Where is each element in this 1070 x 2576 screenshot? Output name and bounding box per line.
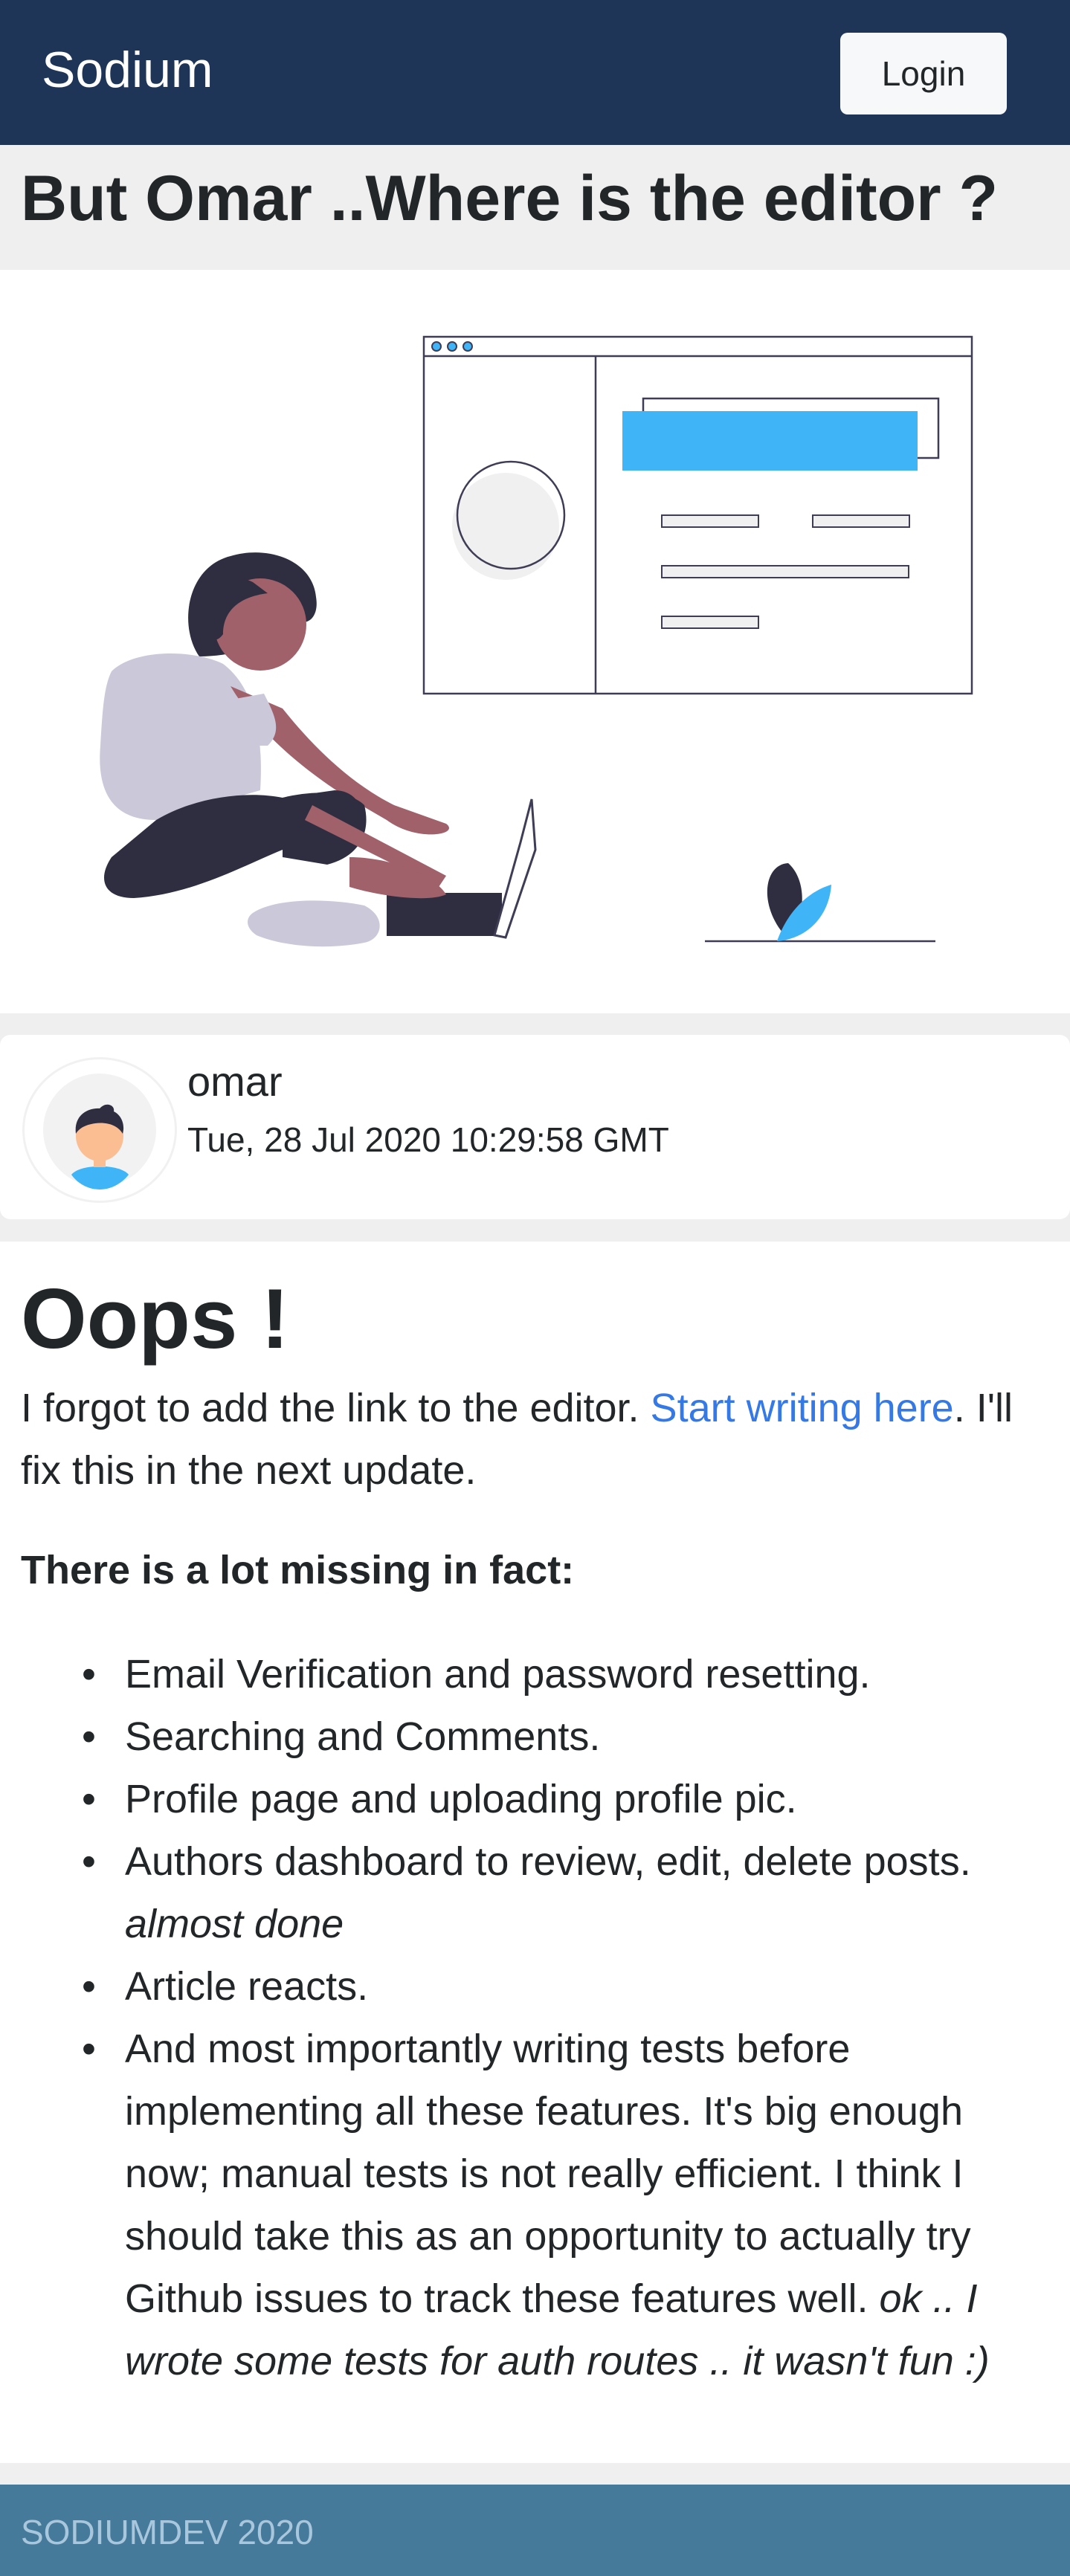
list-item: • Email Verification and password resetti…: [82, 1643, 1048, 1705]
top-navbar: Sodium Login: [0, 0, 1070, 145]
intro-text: I forgot to add the link to the editor.: [21, 1386, 651, 1430]
footer-copyright: SODIUMDEV 2020: [21, 2513, 314, 2551]
missing-features-list: • Email Verification and password resetti…: [82, 1643, 1048, 2392]
list-item-text: Email Verification and password resettin…: [125, 1652, 871, 1697]
person-with-laptop-illustration: [100, 335, 973, 947]
avatar-icon: [43, 1074, 156, 1189]
list-item-text: Profile page and uploading profile pic.: [125, 1777, 797, 1821]
bullet-icon: •: [82, 1839, 96, 1884]
browser-window-drawing: [422, 335, 973, 695]
article-intro: I forgot to add the link to the editor. …: [21, 1377, 1054, 1502]
bullet-icon: •: [82, 2027, 96, 2071]
bullet-icon: •: [82, 1964, 96, 2009]
article-heading: Oops !: [21, 1272, 289, 1366]
login-button[interactable]: Login: [840, 33, 1007, 114]
list-item: • Article reacts.: [82, 1955, 1048, 2018]
list-item: • Authors dashboard to review, edit, dele…: [82, 1830, 1048, 1955]
author-name[interactable]: omar: [187, 1056, 283, 1108]
avatar[interactable]: [22, 1057, 177, 1203]
list-item: • Profile page and uploading profile pic.: [82, 1768, 1048, 1830]
list-item-note: almost done: [125, 1902, 344, 1946]
missing-features-heading: There is a lot missing in fact:: [21, 1548, 575, 1592]
list-item: • And most importantly writing tests befo…: [82, 2018, 1048, 2392]
hero-illustration: [0, 270, 1070, 1013]
post-date: Tue, 28 Jul 2020 10:29:58 GMT: [187, 1120, 669, 1159]
plant-drawing: [705, 863, 935, 943]
bullet-icon: •: [82, 1652, 96, 1697]
post-title-bar: But Omar ..Where is the editor ?: [0, 145, 1070, 270]
list-item-text: And most importantly writing tests befor…: [125, 2027, 971, 2321]
list-item-text: Article reacts.: [125, 1964, 369, 2009]
start-writing-link[interactable]: Start writing here: [651, 1386, 954, 1430]
list-item: • Searching and Comments.: [82, 1705, 1048, 1768]
list-item-text: Searching and Comments.: [125, 1714, 601, 1759]
article-body: Oops ! I forgot to add the link to the e…: [0, 1242, 1070, 2463]
brand-logo-text[interactable]: Sodium: [42, 39, 213, 101]
author-card: omar Tue, 28 Jul 2020 10:29:58 GMT: [0, 1035, 1070, 1219]
post-title: But Omar ..Where is the editor ?: [21, 163, 999, 234]
page-footer: SODIUMDEV 2020: [0, 2485, 1070, 2576]
bullet-icon: •: [82, 1777, 96, 1821]
bullet-icon: •: [82, 1714, 96, 1759]
list-item-text: Authors dashboard to review, edit, delet…: [125, 1839, 971, 1884]
